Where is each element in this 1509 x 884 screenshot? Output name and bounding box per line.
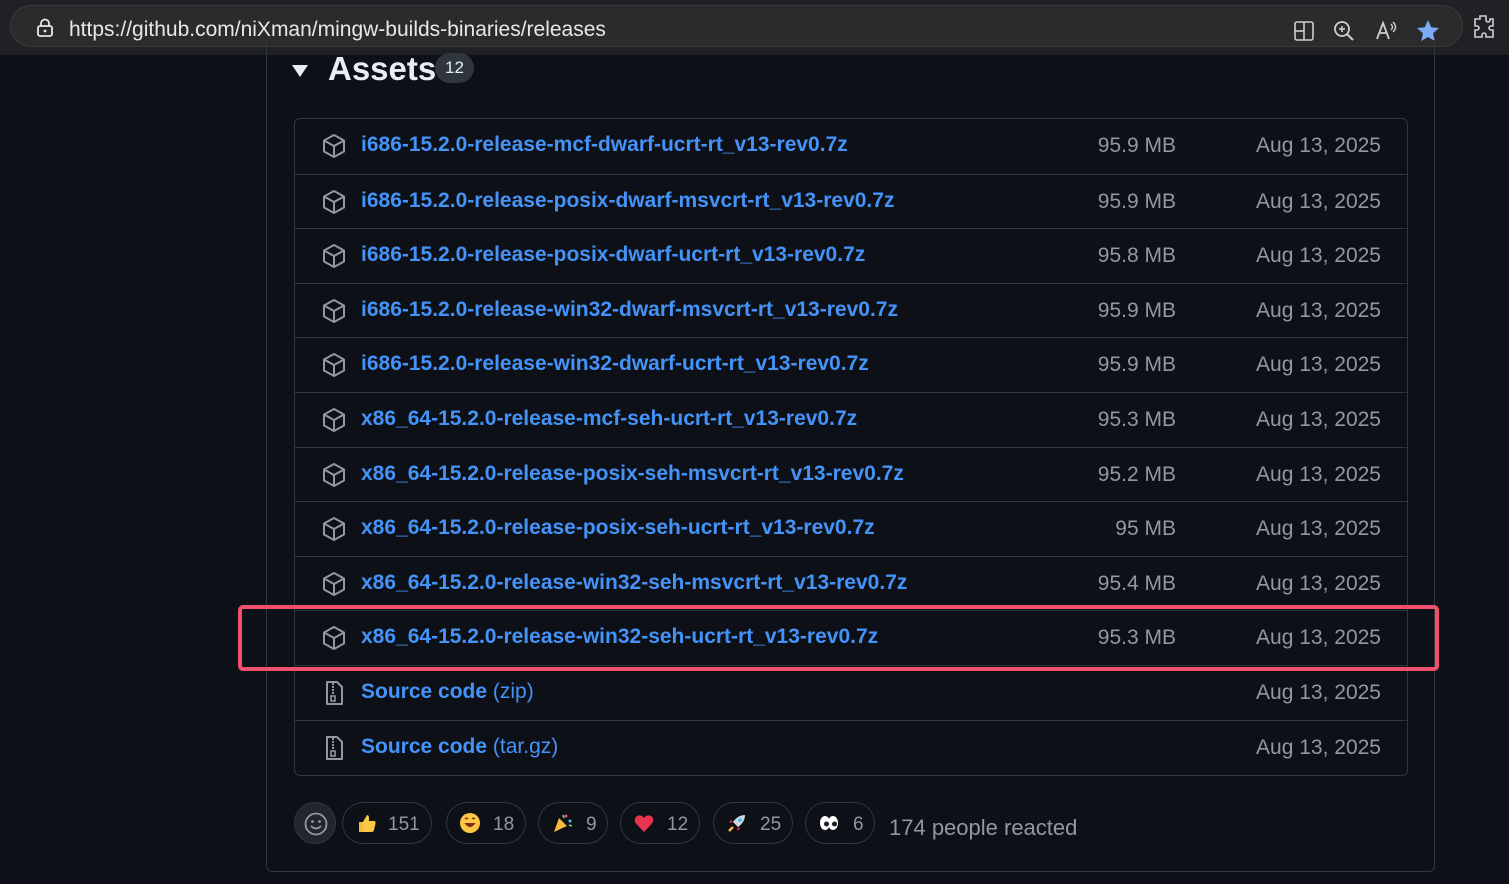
asset-row[interactable]: x86_64-15.2.0-release-posix-seh-msvcrt-r… xyxy=(295,446,1407,501)
asset-download-link[interactable]: i686-15.2.0-release-posix-dwarf-ucrt-rt_… xyxy=(361,243,865,267)
url-text[interactable]: https://github.com/niXman/mingw-builds-b… xyxy=(69,18,606,42)
lock-icon[interactable] xyxy=(35,18,55,38)
reaction-laugh-button[interactable]: 18 xyxy=(446,802,526,844)
add-reaction-button[interactable] xyxy=(294,802,336,844)
asset-download-link[interactable]: i686-15.2.0-release-win32-dwarf-ucrt-rt_… xyxy=(361,352,869,376)
asset-size: 95.9 MB xyxy=(1097,353,1176,377)
asset-size: 95.2 MB xyxy=(1097,462,1176,486)
package-icon xyxy=(323,353,345,378)
asset-date: Aug 13, 2025 xyxy=(1256,353,1381,377)
asset-date: Aug 13, 2025 xyxy=(1256,134,1381,157)
package-icon xyxy=(323,134,345,158)
asset-date: Aug 13, 2025 xyxy=(1256,462,1381,486)
reaction-thumbs-up-button[interactable]: 151 xyxy=(342,802,432,844)
asset-name-text[interactable]: i686-15.2.0-release-posix-dwarf-msvcrt-r… xyxy=(361,189,894,212)
asset-row[interactable]: i686-15.2.0-release-win32-dwarf-ucrt-rt_… xyxy=(295,337,1407,391)
asset-name-text[interactable]: i686-15.2.0-release-win32-dwarf-ucrt-rt_… xyxy=(361,352,869,375)
asset-size: 95.9 MB xyxy=(1097,134,1176,157)
asset-name-text[interactable]: Source code xyxy=(361,680,487,703)
reaction-count: 25 xyxy=(760,814,782,835)
asset-row[interactable]: x86_64-15.2.0-release-posix-seh-ucrt-rt_… xyxy=(295,501,1407,555)
package-icon xyxy=(323,462,345,487)
reaction-eyes-button[interactable]: 6 xyxy=(805,802,875,844)
asset-name-text[interactable]: x86_64-15.2.0-release-posix-seh-msvcrt-r… xyxy=(361,462,904,485)
package-icon xyxy=(323,571,345,596)
asset-download-link[interactable]: Source code (tar.gz) xyxy=(361,735,558,759)
heart-emoji-icon xyxy=(634,815,654,832)
extensions-icon[interactable] xyxy=(1470,13,1496,39)
asset-name-text[interactable]: x86_64-15.2.0-release-win32-seh-msvcrt-r… xyxy=(361,571,907,594)
asset-row[interactable]: i686-15.2.0-release-mcf-dwarf-ucrt-rt_v1… xyxy=(295,119,1407,173)
file-zip-icon xyxy=(326,681,343,705)
asset-download-link[interactable]: i686-15.2.0-release-win32-dwarf-msvcrt-r… xyxy=(361,298,898,322)
eyes-emoji-icon xyxy=(820,816,838,830)
package-icon xyxy=(323,408,345,432)
asset-size: 95.8 MB xyxy=(1097,244,1176,268)
asset-name-text[interactable]: x86_64-15.2.0-release-posix-seh-ucrt-rt_… xyxy=(361,516,875,539)
package-icon xyxy=(323,517,345,542)
reaction-count: 9 xyxy=(586,814,597,835)
assets-list: i686-15.2.0-release-mcf-dwarf-ucrt-rt_v1… xyxy=(294,118,1408,776)
assets-count-badge: 12 xyxy=(435,53,474,83)
asset-size: 95.4 MB xyxy=(1097,571,1176,595)
asset-name-text[interactable]: i686-15.2.0-release-win32-dwarf-msvcrt-r… xyxy=(361,298,898,321)
asset-row[interactable]: x86_64-15.2.0-release-mcf-seh-ucrt-rt_v1… xyxy=(295,392,1407,446)
asset-name-text[interactable]: i686-15.2.0-release-mcf-dwarf-ucrt-rt_v1… xyxy=(361,133,848,156)
asset-size: 95.9 MB xyxy=(1097,298,1176,322)
package-icon xyxy=(323,298,345,323)
laugh-emoji-icon xyxy=(460,813,480,833)
asset-date: Aug 13, 2025 xyxy=(1256,408,1381,431)
thumbs-up-emoji-icon xyxy=(359,815,376,832)
asset-date: Aug 13, 2025 xyxy=(1256,517,1381,541)
reaction-heart-button[interactable]: 12 xyxy=(620,802,700,844)
reaction-count: 6 xyxy=(853,814,864,835)
highlight-box xyxy=(238,605,1439,671)
asset-download-link[interactable]: x86_64-15.2.0-release-win32-seh-msvcrt-r… xyxy=(361,571,907,595)
asset-size: 95.3 MB xyxy=(1097,408,1176,431)
asset-name-text[interactable]: Source code xyxy=(361,735,487,758)
asset-row[interactable]: i686-15.2.0-release-posix-dwarf-ucrt-rt_… xyxy=(295,228,1407,282)
asset-name-text[interactable]: i686-15.2.0-release-posix-dwarf-ucrt-rt_… xyxy=(361,243,865,266)
reaction-hooray-button[interactable]: 9 xyxy=(538,802,608,844)
asset-date: Aug 13, 2025 xyxy=(1256,681,1381,704)
hooray-emoji-icon xyxy=(554,814,573,832)
asset-download-link[interactable]: x86_64-15.2.0-release-posix-seh-msvcrt-r… xyxy=(361,462,904,486)
package-icon xyxy=(323,244,345,269)
asset-date: Aug 13, 2025 xyxy=(1256,298,1381,322)
assets-title[interactable]: Assets xyxy=(328,50,436,88)
asset-row[interactable]: Source code (zip) Aug 13, 2025 xyxy=(295,665,1407,719)
asset-download-link[interactable]: i686-15.2.0-release-mcf-dwarf-ucrt-rt_v1… xyxy=(361,133,848,157)
asset-ext-text[interactable]: (tar.gz) xyxy=(493,735,558,758)
asset-row[interactable]: x86_64-15.2.0-release-win32-seh-msvcrt-r… xyxy=(295,555,1407,610)
asset-row[interactable]: i686-15.2.0-release-win32-dwarf-msvcrt-r… xyxy=(295,282,1407,337)
rocket-emoji-icon xyxy=(728,815,745,832)
asset-date: Aug 13, 2025 xyxy=(1256,735,1381,759)
asset-date: Aug 13, 2025 xyxy=(1256,189,1381,213)
package-icon xyxy=(323,189,345,214)
asset-download-link[interactable]: i686-15.2.0-release-posix-dwarf-msvcrt-r… xyxy=(361,189,894,213)
asset-row[interactable]: i686-15.2.0-release-posix-dwarf-msvcrt-r… xyxy=(295,173,1407,228)
asset-download-link[interactable]: Source code (zip) xyxy=(361,680,534,704)
reactions-summary: 174 people reacted xyxy=(889,815,1078,840)
reaction-rocket-button[interactable]: 25 xyxy=(713,802,793,844)
asset-download-link[interactable]: x86_64-15.2.0-release-posix-seh-ucrt-rt_… xyxy=(361,516,875,540)
file-zip-icon xyxy=(326,735,343,760)
asset-row[interactable]: Source code (tar.gz) Aug 13, 2025 xyxy=(295,719,1407,774)
reaction-count: 18 xyxy=(493,814,515,835)
asset-download-link[interactable]: x86_64-15.2.0-release-mcf-seh-ucrt-rt_v1… xyxy=(361,407,857,431)
asset-size: 95.9 MB xyxy=(1097,189,1176,213)
collapse-caret-icon[interactable] xyxy=(292,65,308,77)
asset-date: Aug 13, 2025 xyxy=(1256,571,1381,595)
asset-ext-text[interactable]: (zip) xyxy=(493,680,534,703)
asset-name-text[interactable]: x86_64-15.2.0-release-mcf-seh-ucrt-rt_v1… xyxy=(361,407,857,430)
reaction-count: 151 xyxy=(388,814,420,835)
asset-date: Aug 13, 2025 xyxy=(1256,244,1381,268)
asset-size: 95 MB xyxy=(1115,517,1176,541)
smiley-icon xyxy=(304,812,328,836)
reaction-count: 12 xyxy=(667,814,689,835)
